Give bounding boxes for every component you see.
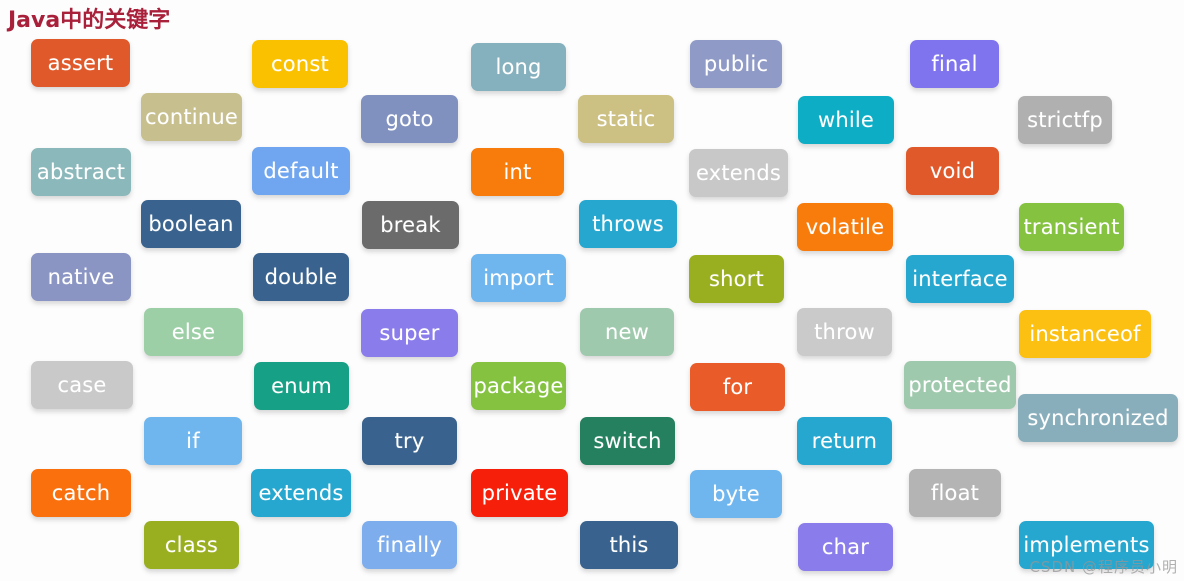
keyword-tag[interactable]: return — [797, 417, 892, 465]
keyword-tag[interactable]: super — [361, 309, 458, 357]
keyword-tag[interactable]: import — [471, 254, 566, 302]
keyword-tag[interactable]: int — [471, 148, 564, 196]
keyword-tag[interactable]: assert — [31, 39, 130, 87]
keyword-tag[interactable]: implements — [1019, 521, 1154, 569]
keyword-tag[interactable]: strictfp — [1018, 96, 1112, 144]
keyword-tag[interactable]: private — [471, 469, 568, 517]
keyword-tag[interactable]: synchronized — [1018, 394, 1178, 442]
keyword-tag[interactable]: void — [906, 147, 999, 195]
keyword-tag[interactable]: goto — [361, 95, 458, 143]
keyword-tag[interactable]: while — [798, 96, 894, 144]
keyword-tag[interactable]: try — [362, 417, 457, 465]
keyword-tag[interactable]: extends — [251, 469, 351, 517]
keyword-tag[interactable]: if — [144, 417, 242, 465]
keyword-tag[interactable]: protected — [904, 361, 1016, 409]
keyword-tag[interactable]: new — [580, 308, 674, 356]
keyword-tag[interactable]: short — [689, 255, 784, 303]
keyword-tag[interactable]: const — [252, 40, 348, 88]
keyword-tag[interactable]: char — [798, 523, 893, 571]
keyword-tag[interactable]: instanceof — [1019, 310, 1151, 358]
keyword-tag[interactable]: continue — [141, 93, 242, 141]
keyword-tag[interactable]: volatile — [797, 203, 893, 251]
keyword-tag[interactable]: case — [31, 361, 133, 409]
keyword-tag[interactable]: static — [578, 95, 674, 143]
keyword-tag[interactable]: throws — [579, 200, 677, 248]
page-title: Java中的关键字 — [8, 8, 171, 33]
keyword-tag[interactable]: final — [910, 40, 999, 88]
keyword-cloud-canvas: Java中的关键字 assert const long public final cont… — [0, 0, 1184, 581]
keyword-tag[interactable]: enum — [254, 362, 349, 410]
keyword-tag[interactable]: catch — [31, 469, 131, 517]
keyword-tag[interactable]: extends — [689, 149, 788, 197]
keyword-tag[interactable]: throw — [797, 308, 892, 356]
keyword-tag[interactable]: switch — [580, 417, 675, 465]
keyword-tag[interactable]: else — [144, 308, 243, 356]
keyword-tag[interactable]: for — [690, 363, 785, 411]
keyword-tag[interactable]: float — [909, 469, 1001, 517]
keyword-tag[interactable]: class — [144, 521, 239, 569]
keyword-tag[interactable]: package — [471, 362, 566, 410]
keyword-tag[interactable]: finally — [362, 521, 457, 569]
keyword-tag[interactable]: double — [253, 253, 349, 301]
keyword-tag[interactable]: public — [690, 40, 782, 88]
keyword-tag[interactable]: default — [252, 147, 350, 195]
keyword-tag[interactable]: boolean — [141, 200, 241, 248]
keyword-tag[interactable]: abstract — [31, 148, 131, 196]
keyword-tag[interactable]: this — [580, 521, 678, 569]
keyword-tag[interactable]: native — [31, 253, 131, 301]
keyword-tag[interactable]: long — [471, 43, 566, 91]
keyword-tag[interactable]: break — [362, 201, 459, 249]
keyword-tag[interactable]: byte — [690, 470, 782, 518]
keyword-tag[interactable]: interface — [906, 255, 1014, 303]
keyword-tag[interactable]: transient — [1019, 203, 1124, 251]
